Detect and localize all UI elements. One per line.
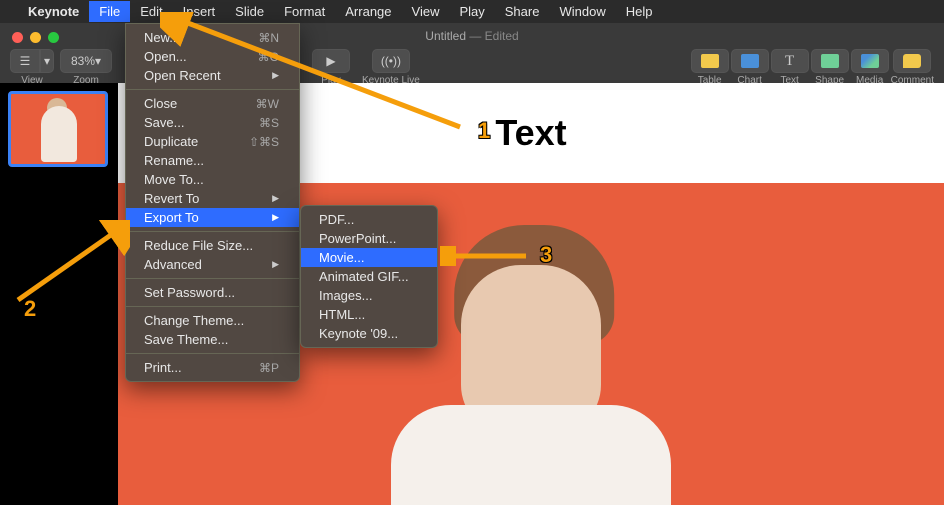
- file-move-to[interactable]: Move To...: [126, 170, 299, 189]
- menu-view[interactable]: View: [402, 1, 450, 22]
- export-html[interactable]: HTML...: [301, 305, 437, 324]
- file-duplicate[interactable]: Duplicate⇧⌘S: [126, 132, 299, 151]
- menu-window[interactable]: Window: [549, 1, 615, 22]
- export-images[interactable]: Images...: [301, 286, 437, 305]
- menu-format[interactable]: Format: [274, 1, 335, 22]
- file-revert-to[interactable]: Revert To▶: [126, 189, 299, 208]
- slide-thumbnail[interactable]: [8, 91, 108, 167]
- export-powerpoint[interactable]: PowerPoint...: [301, 229, 437, 248]
- window-title: Untitled — Edited: [425, 29, 518, 43]
- file-menu-dropdown: New...⌘N Open...⌘O Open Recent▶ Close⌘W …: [125, 23, 300, 382]
- maximize-window-button[interactable]: [48, 32, 59, 43]
- export-to-submenu: PDF... PowerPoint... Movie... Animated G…: [300, 205, 438, 348]
- traffic-lights: [0, 23, 71, 52]
- play-button[interactable]: ▶ Play: [312, 49, 350, 86]
- menu-share[interactable]: Share: [495, 1, 550, 22]
- slide-navigator: 1: [0, 83, 118, 505]
- menu-help[interactable]: Help: [616, 1, 663, 22]
- export-keynote09[interactable]: Keynote '09...: [301, 324, 437, 343]
- menu-play[interactable]: Play: [449, 1, 494, 22]
- minimize-window-button[interactable]: [30, 32, 41, 43]
- menu-file[interactable]: File: [89, 1, 130, 22]
- file-open-recent[interactable]: Open Recent▶: [126, 66, 299, 85]
- menu-insert[interactable]: Insert: [173, 1, 226, 22]
- file-save[interactable]: Save...⌘S: [126, 113, 299, 132]
- export-animated-gif[interactable]: Animated GIF...: [301, 267, 437, 286]
- file-rename[interactable]: Rename...: [126, 151, 299, 170]
- file-advanced[interactable]: Advanced▶: [126, 255, 299, 274]
- file-close[interactable]: Close⌘W: [126, 94, 299, 113]
- app-name[interactable]: Keynote: [28, 4, 79, 19]
- file-reduce-size[interactable]: Reduce File Size...: [126, 236, 299, 255]
- zoom-button[interactable]: 83% ▾ Zoom: [60, 49, 112, 86]
- file-open[interactable]: Open...⌘O: [126, 47, 299, 66]
- menu-edit[interactable]: Edit: [130, 1, 172, 22]
- shape-button[interactable]: Shape: [811, 49, 849, 86]
- keynote-live-button[interactable]: ((•)) Keynote Live: [362, 49, 420, 86]
- file-change-theme[interactable]: Change Theme...: [126, 311, 299, 330]
- file-print[interactable]: Print...⌘P: [126, 358, 299, 377]
- text-button[interactable]: TText: [771, 49, 809, 86]
- menu-slide[interactable]: Slide: [225, 1, 274, 22]
- table-button[interactable]: Table: [691, 49, 729, 86]
- view-button[interactable]: ☰▾ View: [10, 49, 54, 86]
- export-pdf[interactable]: PDF...: [301, 210, 437, 229]
- comment-button[interactable]: Comment: [891, 49, 934, 86]
- file-save-theme[interactable]: Save Theme...: [126, 330, 299, 349]
- file-new[interactable]: New...⌘N: [126, 28, 299, 47]
- file-set-password[interactable]: Set Password...: [126, 283, 299, 302]
- chart-button[interactable]: Chart: [731, 49, 769, 86]
- media-button[interactable]: Media: [851, 49, 889, 86]
- file-export-to[interactable]: Export To▶: [126, 208, 299, 227]
- menu-arrange[interactable]: Arrange: [335, 1, 401, 22]
- export-movie[interactable]: Movie...: [301, 248, 437, 267]
- close-window-button[interactable]: [12, 32, 23, 43]
- menubar: Keynote File Edit Insert Slide Format Ar…: [0, 0, 944, 23]
